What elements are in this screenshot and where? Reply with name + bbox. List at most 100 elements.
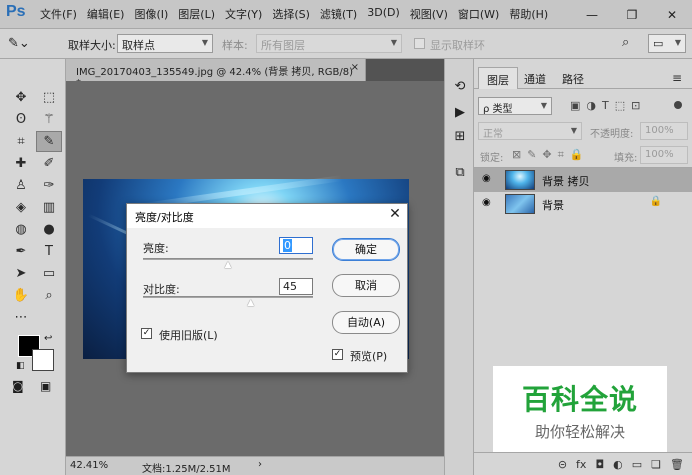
eyedropper-tool-icon[interactable]: ✎ [36, 131, 62, 152]
gradient-tool-icon[interactable]: ▥ [36, 197, 62, 218]
restore-button[interactable]: ❐ [612, 0, 652, 29]
layer-kind-filter[interactable]: ρ 类型 ▼ [478, 97, 552, 115]
menu-filter[interactable]: 滤镜(T) [320, 6, 357, 22]
ok-button[interactable]: 确定 [332, 238, 400, 261]
blur-tool-icon[interactable]: ◍ [8, 219, 34, 240]
menu-select[interactable]: 选择(S) [272, 6, 310, 22]
default-colors-icon[interactable]: ◧ [16, 361, 25, 371]
menu-type[interactable]: 文字(Y) [225, 6, 262, 22]
lasso-tool-icon[interactable]: ʘ [8, 109, 34, 130]
layer-thumbnail [505, 170, 535, 190]
fx-icon[interactable]: fx [576, 458, 586, 475]
menu-view[interactable]: 视图(V) [410, 6, 448, 22]
swap-colors-icon[interactable]: ↩ [44, 333, 52, 344]
layer-filter-row: ρ 类型 ▼ ▣◑T⬚⊡ [478, 97, 688, 117]
preview-checkbox[interactable]: ✓ [332, 349, 343, 360]
brush-tool-icon[interactable]: ✐ [36, 153, 62, 174]
eraser-tool-icon[interactable]: ◈ [8, 197, 34, 218]
workspace-select[interactable]: ▭ ▼ [648, 34, 686, 53]
layer-comps-icon[interactable]: ⧉ [448, 161, 472, 183]
chevron-down-icon: ▼ [674, 38, 681, 47]
lock-icons[interactable]: ⊠✎✥⌗🔒 [512, 148, 590, 162]
new-layer-icon[interactable]: ❏ [651, 458, 661, 475]
magic-wand-tool-icon[interactable]: ⚚ [36, 109, 62, 130]
layer-filter-icons[interactable]: ▣◑T⬚⊡ [570, 99, 646, 112]
properties-panel-icon[interactable]: ⊞ [448, 125, 472, 147]
trash-icon[interactable]: 🗑 [670, 458, 684, 475]
minimize-button[interactable]: — [572, 0, 612, 29]
contrast-input[interactable]: 45 [279, 278, 313, 295]
eye-icon[interactable]: ◉ [482, 173, 491, 184]
search-icon[interactable]: ⌕ [622, 35, 629, 50]
hand-tool-icon[interactable]: ✋ [8, 285, 34, 306]
menu-3d[interactable]: 3D(D) [367, 6, 400, 22]
tab-layers[interactable]: 图层 [478, 67, 518, 89]
eyedropper-tool-preset-icon[interactable]: ✎⌄ [8, 36, 30, 51]
brightness-value: 0 [283, 239, 292, 252]
zoom-tool-icon[interactable]: ⌕ [36, 285, 62, 306]
quick-mask-icon[interactable]: ◙ [12, 379, 24, 393]
contrast-slider-thumb[interactable]: ▲ [246, 299, 256, 308]
group-icon[interactable]: ▭ [632, 458, 642, 475]
menu-help[interactable]: 帮助(H) [509, 6, 548, 22]
status-menu-arrow[interactable]: › [258, 459, 262, 470]
filter-toggle-icon[interactable] [674, 101, 682, 109]
history-panel-icon[interactable]: ⟲ [448, 75, 472, 97]
background-color-swatch[interactable] [32, 349, 54, 371]
pen-tool-icon[interactable]: ✒ [8, 241, 34, 262]
layer-name: 背景 [542, 199, 564, 212]
dialog-close-icon[interactable]: ✕ [385, 206, 405, 226]
move-tool-icon[interactable]: ✥ [8, 87, 34, 108]
layer-row[interactable]: ◉ 背景 拷贝 [474, 168, 692, 192]
blend-mode-select[interactable]: 正常 ▼ [478, 122, 582, 140]
sample-size-select[interactable]: 取样点 ▼ [117, 34, 213, 53]
clone-stamp-tool-icon[interactable]: ♙ [8, 175, 34, 196]
contrast-slider-track[interactable] [143, 296, 313, 298]
document-info[interactable]: 文档:1.25M/2.51M [142, 460, 231, 475]
auto-button[interactable]: 自动(A) [332, 311, 400, 334]
link-icon[interactable]: ⊝ [558, 458, 567, 475]
path-selection-tool-icon[interactable]: ➤ [8, 263, 34, 284]
tab-channels[interactable]: 通道 [516, 67, 554, 89]
menu-file[interactable]: 文件(F) [40, 6, 77, 22]
use-legacy-checkbox[interactable]: ✓ [141, 328, 152, 339]
healing-brush-tool-icon[interactable]: ✚ [8, 153, 34, 174]
history-brush-tool-icon[interactable]: ✑ [36, 175, 62, 196]
cancel-button[interactable]: 取消 [332, 274, 400, 297]
close-document-icon[interactable]: × [351, 62, 359, 73]
fill-value: 100% [645, 149, 674, 160]
crop-tool-icon[interactable]: ⌗ [8, 131, 34, 152]
close-window-button[interactable]: ✕ [652, 0, 692, 29]
menu-edit[interactable]: 编辑(E) [87, 6, 125, 22]
brightness-input[interactable]: 0 [279, 237, 313, 254]
brightness-slider-thumb[interactable]: ▲ [223, 261, 233, 270]
marquee-tool-icon[interactable]: ⬚ [36, 87, 62, 108]
fill-input[interactable]: 100% [640, 146, 688, 164]
contrast-value: 45 [283, 280, 297, 293]
menu-bar: Ps 文件(F) 编辑(E) 图像(I) 图层(L) 文字(Y) 选择(S) 滤… [0, 0, 692, 29]
panel-menu-icon[interactable]: ≡ [672, 71, 682, 85]
type-tool-icon[interactable]: T [36, 241, 62, 262]
menu-image[interactable]: 图像(I) [134, 6, 168, 22]
screen-mode-icon[interactable]: ▣ [40, 379, 51, 393]
show-sampling-ring-checkbox[interactable] [414, 38, 425, 49]
sample-size-label: 取样大小: [68, 39, 116, 52]
mask-icon[interactable]: ◘ [595, 458, 604, 475]
adjustment-icon[interactable]: ◐ [613, 458, 623, 475]
opacity-input[interactable]: 100% [640, 122, 688, 140]
menu-window[interactable]: 窗口(W) [458, 6, 499, 22]
dodge-tool-icon[interactable]: ● [36, 219, 62, 240]
layer-row[interactable]: ◉ 背景 🔒 [474, 192, 692, 216]
tab-paths[interactable]: 路径 [554, 67, 592, 89]
sample-layers-select[interactable]: 所有图层 ▼ [256, 34, 402, 53]
document-tab[interactable]: IMG_20170403_135549.jpg @ 42.4% (背景 拷贝, … [66, 59, 366, 89]
menu-layer[interactable]: 图层(L) [178, 6, 215, 22]
chevron-down-icon: ▼ [540, 101, 547, 110]
actions-play-icon[interactable]: ▶ [448, 101, 472, 123]
zoom-level[interactable]: 42.41% [70, 460, 108, 471]
layer-name: 背景 拷贝 [542, 175, 590, 188]
more-tools-icon[interactable]: ⋯ [8, 307, 34, 328]
eye-icon[interactable]: ◉ [482, 197, 491, 208]
rectangle-tool-icon[interactable]: ▭ [36, 263, 62, 284]
dialog-title: 亮度/对比度 [127, 204, 407, 228]
